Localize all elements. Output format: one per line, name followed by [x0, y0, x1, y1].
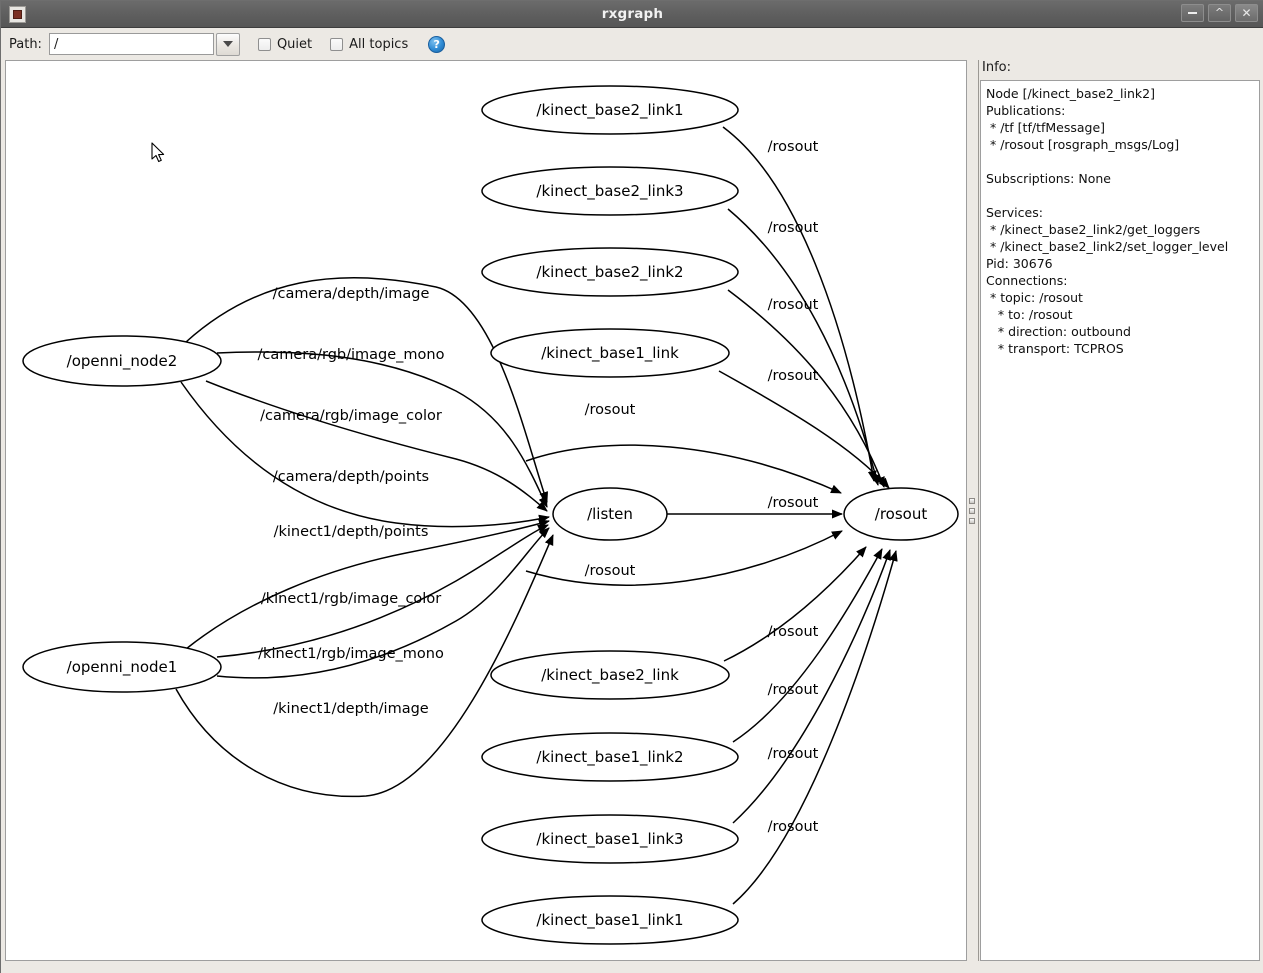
rxgraph-window: rxgraph ^ ✕ Path: Quiet All topics ?: [0, 0, 1263, 973]
edge-label: /rosout: [768, 297, 819, 313]
edge-label: /kinect1/depth/image: [273, 701, 429, 717]
node-rosout[interactable]: /rosout: [843, 487, 959, 541]
app-icon: [9, 5, 26, 23]
path-input[interactable]: [48, 33, 214, 55]
pane-splitter[interactable]: [967, 60, 977, 961]
chevron-down-icon: [222, 41, 233, 47]
node-listen[interactable]: /listen: [552, 487, 668, 541]
info-label: Info:: [982, 60, 1011, 75]
quiet-checkbox[interactable]: Quiet: [257, 36, 313, 52]
node-label: /kinect_base1_link1: [536, 911, 683, 930]
splitter-grip-icon: [969, 497, 975, 524]
node-label: /rosout: [875, 505, 928, 523]
node-kinect_base2_link1[interactable]: /kinect_base2_link1: [481, 85, 739, 135]
window-title: rxgraph: [601, 6, 664, 22]
all-topics-checkbox-box[interactable]: [330, 37, 344, 51]
edge-label: /camera/rgb/image_color: [260, 408, 442, 424]
edge-label: /kinect1/rgb/image_mono: [258, 646, 444, 662]
graph-canvas[interactable]: /kinect_base2_link1 /kinect_base2_link3 …: [5, 60, 967, 961]
quiet-checkbox-box[interactable]: [257, 37, 271, 51]
node-kinect_base2_link[interactable]: /kinect_base2_link: [490, 650, 730, 700]
toolbar: Path: Quiet All topics ?: [1, 28, 1263, 60]
node-label: /kinect_base1_link3: [536, 830, 683, 849]
node-label: /listen: [587, 505, 633, 523]
node-openni_node1[interactable]: /openni_node1: [22, 641, 222, 693]
all-topics-checkbox[interactable]: All topics: [330, 37, 408, 52]
ros-node-graph: /kinect_base2_link1 /kinect_base2_link3 …: [22, 85, 959, 945]
edge-label: /rosout: [768, 819, 819, 835]
edge-label: /kinect1/rgb/image_color: [261, 591, 441, 607]
node-label: /openni_node1: [67, 658, 178, 677]
node-label: /kinect_base1_link: [541, 344, 679, 363]
node-kinect_base2_link2[interactable]: /kinect_base2_link2: [481, 247, 739, 297]
edge-label: /rosout: [768, 368, 819, 384]
edge-label: /rosout: [768, 220, 819, 236]
node-kinect_base1_link2[interactable]: /kinect_base1_link2: [481, 732, 739, 782]
node-openni_node2[interactable]: /openni_node2: [22, 335, 222, 387]
edge-label: /rosout: [768, 139, 819, 155]
path-dropdown-button[interactable]: [215, 32, 240, 56]
main-area: /kinect_base2_link1 /kinect_base2_link3 …: [1, 60, 1263, 973]
help-icon[interactable]: ?: [428, 35, 446, 53]
minimize-button[interactable]: [1181, 4, 1204, 22]
node-kinect_base2_link3[interactable]: /kinect_base2_link3: [481, 166, 739, 216]
quiet-checkbox-label: Quiet: [276, 36, 313, 52]
graph-edges: [175, 126, 898, 905]
close-button[interactable]: ✕: [1235, 4, 1258, 22]
graph-nodes: /kinect_base2_link1 /kinect_base2_link3 …: [22, 85, 959, 945]
node-kinect_base1_link3[interactable]: /kinect_base1_link3: [481, 814, 739, 864]
edge-label: /kinect1/depth/points: [274, 524, 429, 540]
node-kinect_base1_link[interactable]: /kinect_base1_link: [490, 328, 730, 378]
splitter-divider: [978, 60, 979, 961]
edge-label: /rosout: [585, 402, 636, 418]
title-bar: rxgraph ^ ✕: [1, 1, 1263, 28]
node-label: /kinect_base2_link: [541, 666, 679, 685]
info-pane: Info: Node [/kinect_base2_link2] Publica…: [980, 60, 1260, 961]
node-label: /openni_node2: [67, 352, 178, 371]
node-kinect_base1_link1[interactable]: /kinect_base1_link1: [481, 895, 739, 945]
edge-label: /rosout: [768, 495, 819, 511]
all-topics-checkbox-label: All topics: [349, 36, 409, 52]
window-controls: ^ ✕: [1181, 4, 1258, 22]
edge-label: /camera/depth/image: [273, 286, 430, 302]
node-label: /kinect_base1_link2: [536, 748, 683, 767]
node-label: /kinect_base2_link3: [536, 182, 683, 201]
node-label: /kinect_base2_link1: [536, 101, 683, 120]
maximize-button[interactable]: ^: [1208, 4, 1231, 22]
edge-label: /camera/rgb/image_mono: [258, 347, 445, 363]
info-text-area[interactable]: Node [/kinect_base2_link2] Publications:…: [980, 80, 1260, 961]
edge-label: /rosout: [768, 624, 819, 640]
edge-label: /camera/depth/points: [273, 469, 429, 485]
edge-label: /rosout: [585, 563, 636, 579]
node-label: /kinect_base2_link2: [536, 263, 683, 282]
edge-label: /rosout: [768, 682, 819, 698]
edge-label: /rosout: [768, 746, 819, 762]
path-label: Path:: [9, 36, 42, 52]
